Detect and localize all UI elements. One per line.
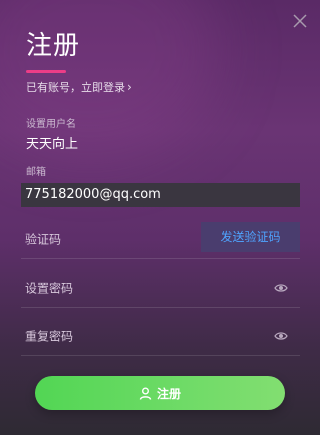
page-title: 注册 xyxy=(26,31,81,61)
verification-code-field[interactable]: 验证码 xyxy=(25,231,61,248)
eye-icon[interactable] xyxy=(274,283,288,293)
password-field[interactable]: 设置密码 xyxy=(25,280,73,297)
title-underline xyxy=(26,70,66,73)
eye-icon[interactable] xyxy=(274,331,288,341)
login-link[interactable]: 已有账号，立即登录 › xyxy=(26,79,132,96)
username-field[interactable]: 天天向上 xyxy=(26,136,78,154)
email-field[interactable]: 775182000@qq.com xyxy=(21,183,300,207)
confirm-password-field[interactable]: 重复密码 xyxy=(25,328,73,345)
user-icon xyxy=(139,387,152,400)
login-link-label: 已有账号，立即登录 xyxy=(26,81,125,94)
send-code-button[interactable]: 发送验证码 xyxy=(201,222,300,252)
chevron-right-icon: › xyxy=(127,80,132,94)
confirm-password-row: 重复密码 xyxy=(21,317,300,356)
password-row: 设置密码 xyxy=(21,269,300,308)
register-dialog: 注册 已有账号，立即登录 › 设置用户名 天天向上 邮箱 775182000@qq… xyxy=(0,0,320,435)
email-label: 邮箱 xyxy=(26,167,46,178)
close-button[interactable] xyxy=(290,11,310,31)
username-label: 设置用户名 xyxy=(26,119,76,130)
register-button-label: 注册 xyxy=(156,386,181,401)
register-button[interactable]: 注册 xyxy=(35,376,285,410)
verification-row: 验证码 发送验证码 xyxy=(21,220,300,259)
close-icon xyxy=(293,14,307,28)
